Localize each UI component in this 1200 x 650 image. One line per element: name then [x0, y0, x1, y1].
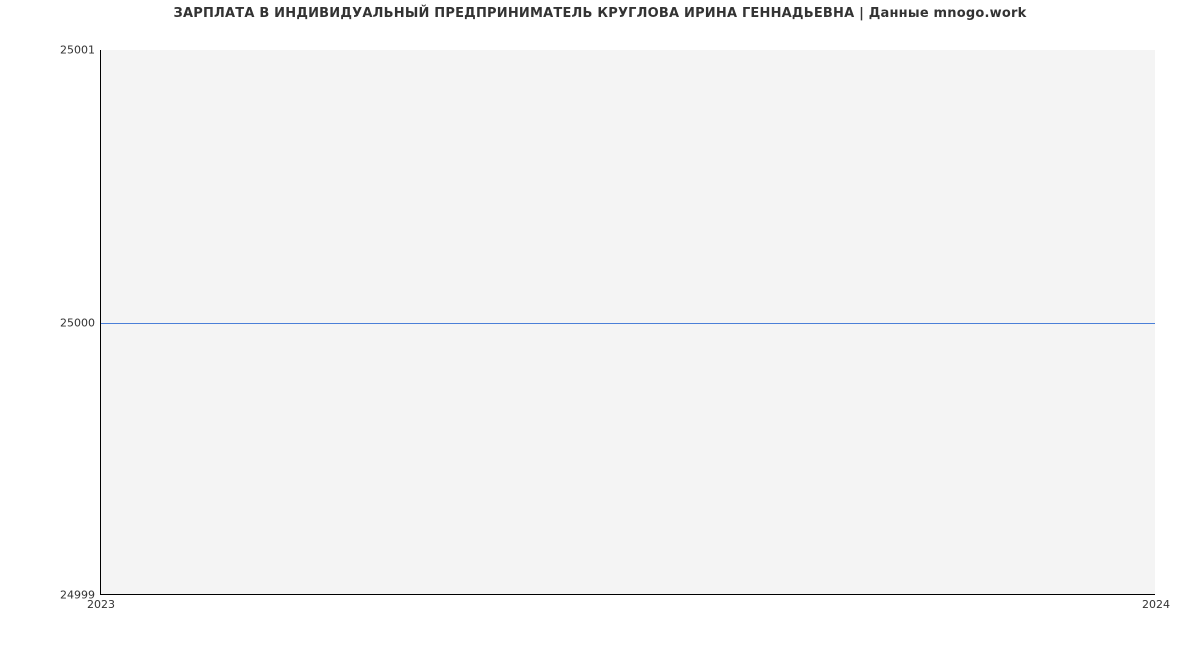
series-line [101, 323, 1155, 324]
x-tick-label: 2023 [87, 594, 115, 611]
x-tick-label: 2024 [1142, 594, 1170, 611]
chart-title: ЗАРПЛАТА В ИНДИВИДУАЛЬНЫЙ ПРЕДПРИНИМАТЕЛ… [0, 6, 1200, 21]
y-tick-label: 25001 [60, 44, 101, 57]
chart-stage: ЗАРПЛАТА В ИНДИВИДУАЛЬНЫЙ ПРЕДПРИНИМАТЕЛ… [0, 0, 1200, 650]
plot-area: 24999250002500120232024 [100, 50, 1155, 595]
y-tick-label: 25000 [60, 316, 101, 329]
